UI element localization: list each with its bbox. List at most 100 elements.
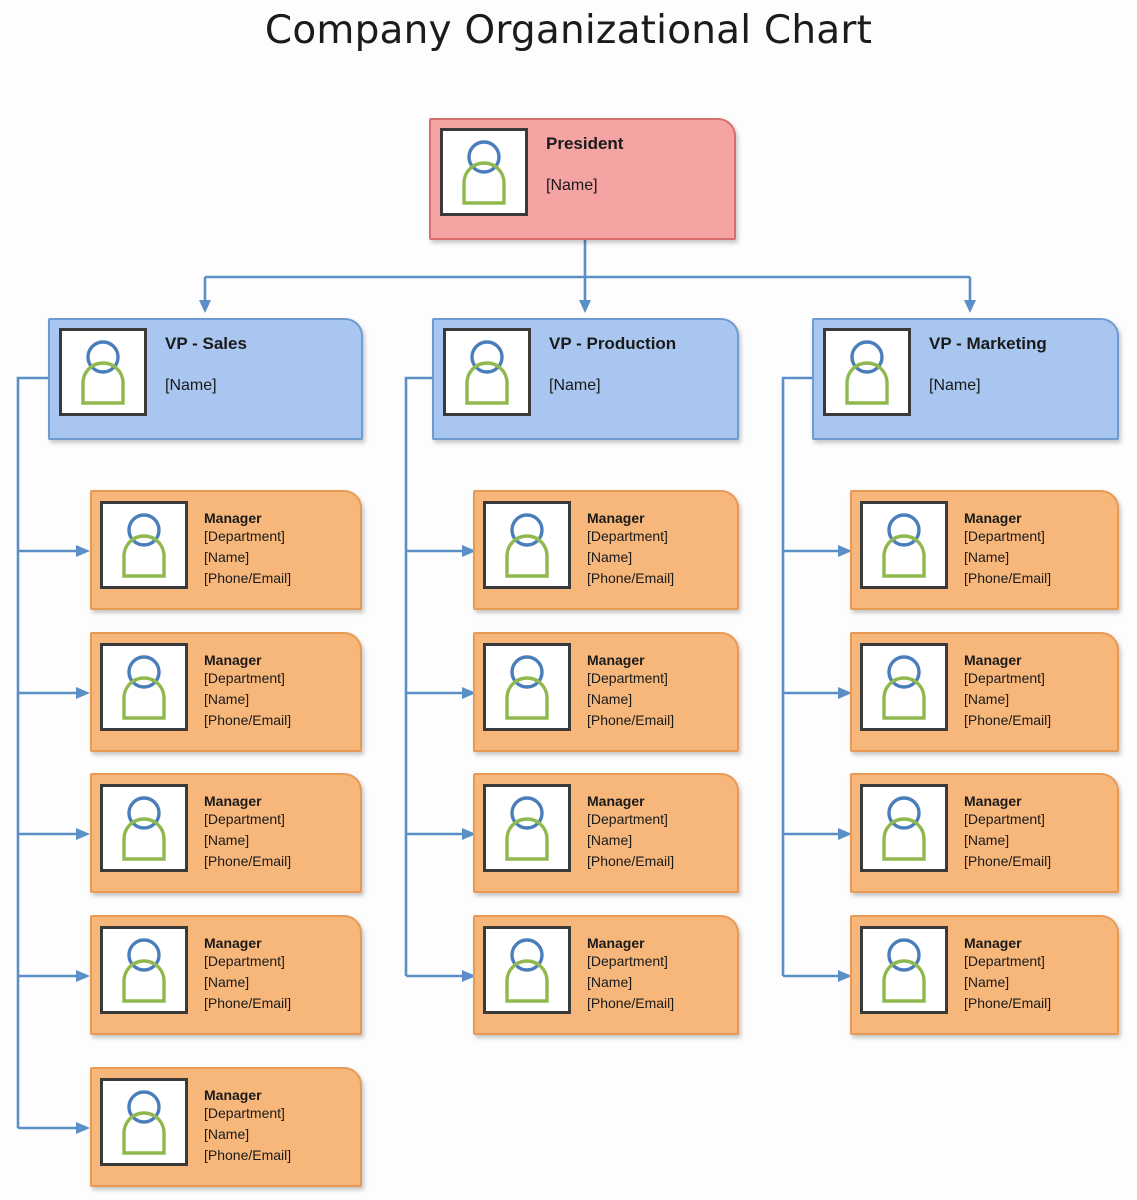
node-manager[interactable]: Manager [Department] [Name] [Phone/Email… (90, 915, 362, 1035)
node-manager[interactable]: Manager [Department] [Name] [Phone/Email… (473, 490, 739, 610)
avatar (59, 328, 147, 416)
name-label: [Name] (165, 377, 217, 394)
contact-label: [Phone/Email] (204, 1147, 292, 1163)
person-avatar-icon (122, 796, 166, 861)
name-label: [Name] (587, 549, 633, 565)
node-text-block: Manager [Department] [Name] [Phone/Email… (948, 775, 1051, 872)
role-label: Manager (587, 652, 645, 668)
node-text-block: VP - Sales [Name] (147, 320, 247, 396)
contact-label: [Phone/Email] (964, 570, 1052, 586)
avatar (860, 501, 948, 589)
department-label: [Department] (964, 670, 1045, 686)
person-avatar-icon (882, 655, 926, 720)
name-label: [Name] (204, 974, 250, 990)
contact-label: [Phone/Email] (204, 570, 292, 586)
node-text-block: Manager [Department] [Name] [Phone/Email… (188, 917, 291, 1014)
name-label: [Name] (549, 377, 601, 394)
node-text-block: Manager [Department] [Name] [Phone/Email… (188, 634, 291, 731)
name-label: [Name] (964, 974, 1010, 990)
role-label: Manager (587, 510, 645, 526)
contact-label: [Phone/Email] (964, 853, 1052, 869)
person-avatar-icon (505, 513, 549, 578)
node-text-block: Manager [Department] [Name] [Phone/Email… (948, 492, 1051, 589)
name-label: [Name] (964, 832, 1010, 848)
name-label: [Name] (929, 377, 981, 394)
person-avatar-icon (505, 796, 549, 861)
avatar (443, 328, 531, 416)
avatar (100, 784, 188, 872)
node-manager[interactable]: Manager [Department] [Name] [Phone/Email… (473, 773, 739, 893)
department-label: [Department] (964, 953, 1045, 969)
name-label: [Name] (964, 691, 1010, 707)
person-avatar-icon (505, 655, 549, 720)
contact-label: [Phone/Email] (964, 712, 1052, 728)
person-avatar-icon (122, 655, 166, 720)
node-president[interactable]: President [Name] (429, 118, 736, 240)
department-label: [Department] (204, 670, 285, 686)
org-chart-canvas: Company Organizational Chart President [… (0, 0, 1137, 1200)
node-manager[interactable]: Manager [Department] [Name] [Phone/Email… (473, 632, 739, 752)
page-title: Company Organizational Chart (264, 8, 873, 53)
avatar (100, 643, 188, 731)
node-vp-production[interactable]: VP - Production [Name] (432, 318, 739, 440)
name-label: [Name] (204, 1126, 250, 1142)
role-label: VP - Sales (165, 334, 247, 353)
node-manager[interactable]: Manager [Department] [Name] [Phone/Email… (90, 1067, 362, 1187)
role-label: Manager (204, 1087, 262, 1103)
avatar (483, 501, 571, 589)
node-text-block: Manager [Department] [Name] [Phone/Email… (188, 492, 291, 589)
department-label: [Department] (587, 953, 668, 969)
node-text-block: Manager [Department] [Name] [Phone/Email… (571, 775, 674, 872)
person-avatar-icon (465, 340, 509, 405)
role-label: Manager (204, 510, 262, 526)
avatar (100, 501, 188, 589)
contact-label: [Phone/Email] (587, 853, 675, 869)
node-manager[interactable]: Manager [Department] [Name] [Phone/Email… (850, 490, 1119, 610)
node-text-block: Manager [Department] [Name] [Phone/Email… (188, 1069, 291, 1166)
node-manager[interactable]: Manager [Department] [Name] [Phone/Email… (850, 632, 1119, 752)
node-text-block: Manager [Department] [Name] [Phone/Email… (571, 492, 674, 589)
avatar (100, 926, 188, 1014)
person-avatar-icon (882, 513, 926, 578)
name-label: [Name] (204, 691, 250, 707)
role-label: Manager (204, 652, 262, 668)
node-text-block: Manager [Department] [Name] [Phone/Email… (571, 917, 674, 1014)
department-label: [Department] (964, 811, 1045, 827)
role-label: Manager (964, 652, 1022, 668)
department-label: [Department] (587, 811, 668, 827)
role-label: President (546, 134, 624, 153)
contact-label: [Phone/Email] (964, 995, 1052, 1011)
role-label: Manager (587, 935, 645, 951)
node-manager[interactable]: Manager [Department] [Name] [Phone/Email… (90, 773, 362, 893)
role-label: Manager (204, 793, 262, 809)
node-vp-marketing[interactable]: VP - Marketing [Name] (812, 318, 1119, 440)
node-text-block: Manager [Department] [Name] [Phone/Email… (571, 634, 674, 731)
name-label: [Name] (964, 549, 1010, 565)
person-avatar-icon (845, 340, 889, 405)
node-text-block: Manager [Department] [Name] [Phone/Email… (948, 917, 1051, 1014)
department-label: [Department] (964, 528, 1045, 544)
person-avatar-icon (122, 513, 166, 578)
person-avatar-icon (882, 796, 926, 861)
avatar (440, 128, 528, 216)
contact-label: [Phone/Email] (587, 712, 675, 728)
role-label: VP - Marketing (929, 334, 1047, 353)
node-text-block: VP - Production [Name] (531, 320, 676, 396)
node-manager[interactable]: Manager [Department] [Name] [Phone/Email… (90, 632, 362, 752)
node-manager[interactable]: Manager [Department] [Name] [Phone/Email… (473, 915, 739, 1035)
avatar (860, 784, 948, 872)
contact-label: [Phone/Email] (587, 570, 675, 586)
node-vp-sales[interactable]: VP - Sales [Name] (48, 318, 363, 440)
node-manager[interactable]: Manager [Department] [Name] [Phone/Email… (850, 773, 1119, 893)
name-label: [Name] (546, 177, 598, 194)
contact-label: [Phone/Email] (204, 712, 292, 728)
role-label: Manager (964, 510, 1022, 526)
contact-label: [Phone/Email] (587, 995, 675, 1011)
person-avatar-icon (882, 938, 926, 1003)
avatar (483, 643, 571, 731)
department-label: [Department] (204, 811, 285, 827)
department-label: [Department] (204, 953, 285, 969)
node-manager[interactable]: Manager [Department] [Name] [Phone/Email… (850, 915, 1119, 1035)
node-manager[interactable]: Manager [Department] [Name] [Phone/Email… (90, 490, 362, 610)
person-avatar-icon (81, 340, 125, 405)
